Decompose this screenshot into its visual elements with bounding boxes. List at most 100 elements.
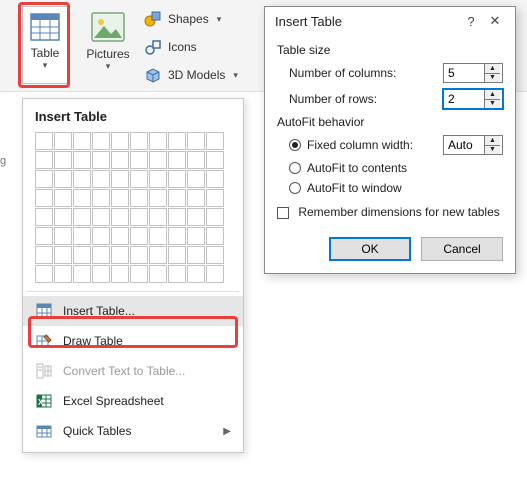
grid-cell[interactable] (54, 208, 72, 226)
grid-cell[interactable] (92, 265, 110, 283)
grid-cell[interactable] (111, 227, 129, 245)
grid-cell[interactable] (92, 227, 110, 245)
grid-cell[interactable] (149, 246, 167, 264)
grid-cell[interactable] (206, 246, 224, 264)
pictures-ribbon-button[interactable]: Pictures ▾ (80, 6, 136, 84)
menu-draw-table[interactable]: Draw Table (23, 326, 243, 356)
grid-cell[interactable] (168, 151, 186, 169)
grid-cell[interactable] (187, 189, 205, 207)
grid-cell[interactable] (187, 227, 205, 245)
menu-insert-table[interactable]: Insert Table... (23, 296, 243, 326)
grid-cell[interactable] (206, 151, 224, 169)
columns-spinner[interactable]: ▲▼ (443, 63, 503, 83)
grid-cell[interactable] (92, 170, 110, 188)
grid-cell[interactable] (168, 246, 186, 264)
grid-cell[interactable] (54, 227, 72, 245)
grid-cell[interactable] (149, 227, 167, 245)
grid-cell[interactable] (130, 265, 148, 283)
grid-cell[interactable] (168, 132, 186, 150)
grid-cell[interactable] (92, 151, 110, 169)
grid-cell[interactable] (35, 265, 53, 283)
grid-cell[interactable] (73, 170, 91, 188)
fixed-width-input[interactable] (444, 136, 484, 154)
grid-cell[interactable] (111, 132, 129, 150)
grid-cell[interactable] (111, 151, 129, 169)
grid-cell[interactable] (206, 208, 224, 226)
spinner-up-icon[interactable]: ▲ (485, 90, 500, 100)
autofit-contents-radio[interactable] (289, 162, 301, 174)
grid-cell[interactable] (149, 208, 167, 226)
help-button[interactable]: ? (459, 14, 483, 29)
cancel-button[interactable]: Cancel (421, 237, 503, 261)
grid-cell[interactable] (130, 208, 148, 226)
grid-cell[interactable] (92, 189, 110, 207)
grid-cell[interactable] (73, 151, 91, 169)
grid-cell[interactable] (130, 227, 148, 245)
grid-cell[interactable] (73, 132, 91, 150)
spinner-up-icon[interactable]: ▲ (485, 136, 500, 146)
grid-cell[interactable] (168, 189, 186, 207)
grid-cell[interactable] (92, 132, 110, 150)
grid-cell[interactable] (206, 227, 224, 245)
grid-cell[interactable] (54, 151, 72, 169)
grid-cell[interactable] (149, 151, 167, 169)
table-ribbon-button[interactable]: Table ▾ (22, 6, 68, 84)
grid-cell[interactable] (35, 208, 53, 226)
grid-cell[interactable] (92, 246, 110, 264)
grid-cell[interactable] (130, 246, 148, 264)
grid-cell[interactable] (206, 132, 224, 150)
grid-cell[interactable] (187, 132, 205, 150)
spinner-down-icon[interactable]: ▼ (485, 100, 500, 109)
grid-cell[interactable] (111, 246, 129, 264)
ok-button[interactable]: OK (329, 237, 411, 261)
grid-cell[interactable] (111, 208, 129, 226)
grid-cell[interactable] (111, 189, 129, 207)
grid-cell[interactable] (54, 246, 72, 264)
grid-cell[interactable] (149, 265, 167, 283)
grid-cell[interactable] (187, 170, 205, 188)
grid-cell[interactable] (73, 189, 91, 207)
grid-cell[interactable] (35, 246, 53, 264)
grid-cell[interactable] (149, 132, 167, 150)
fixed-width-spinner[interactable]: ▲▼ (443, 135, 503, 155)
menu-quick-tables[interactable]: Quick Tables ▶ (23, 416, 243, 446)
grid-cell[interactable] (206, 170, 224, 188)
grid-cell[interactable] (73, 265, 91, 283)
grid-cell[interactable] (111, 265, 129, 283)
grid-cell[interactable] (187, 208, 205, 226)
grid-cell[interactable] (111, 170, 129, 188)
grid-cell[interactable] (187, 151, 205, 169)
grid-cell[interactable] (92, 208, 110, 226)
menu-excel-spreadsheet[interactable]: X Excel Spreadsheet (23, 386, 243, 416)
grid-cell[interactable] (54, 189, 72, 207)
grid-cell[interactable] (187, 265, 205, 283)
rows-input[interactable] (444, 90, 484, 108)
grid-cell[interactable] (130, 151, 148, 169)
grid-cell[interactable] (73, 246, 91, 264)
grid-cell[interactable] (130, 189, 148, 207)
grid-cell[interactable] (73, 208, 91, 226)
rows-spinner[interactable]: ▲▼ (443, 89, 503, 109)
spinner-up-icon[interactable]: ▲ (485, 64, 500, 74)
grid-cell[interactable] (54, 170, 72, 188)
spinner-down-icon[interactable]: ▼ (485, 146, 500, 155)
grid-cell[interactable] (130, 132, 148, 150)
fixed-width-radio[interactable] (289, 139, 301, 151)
grid-cell[interactable] (54, 132, 72, 150)
remember-checkbox[interactable] (277, 207, 289, 219)
close-button[interactable]: ✕ (483, 13, 507, 29)
table-size-grid[interactable] (35, 132, 231, 283)
grid-cell[interactable] (149, 189, 167, 207)
autofit-window-radio[interactable] (289, 182, 301, 194)
3d-models-button[interactable]: 3D Models ▾ (144, 64, 238, 86)
grid-cell[interactable] (35, 170, 53, 188)
grid-cell[interactable] (149, 170, 167, 188)
grid-cell[interactable] (73, 227, 91, 245)
grid-cell[interactable] (206, 265, 224, 283)
columns-input[interactable] (444, 64, 484, 82)
grid-cell[interactable] (168, 170, 186, 188)
grid-cell[interactable] (206, 189, 224, 207)
shapes-button[interactable]: Shapes ▾ (144, 8, 238, 30)
grid-cell[interactable] (187, 246, 205, 264)
grid-cell[interactable] (168, 208, 186, 226)
